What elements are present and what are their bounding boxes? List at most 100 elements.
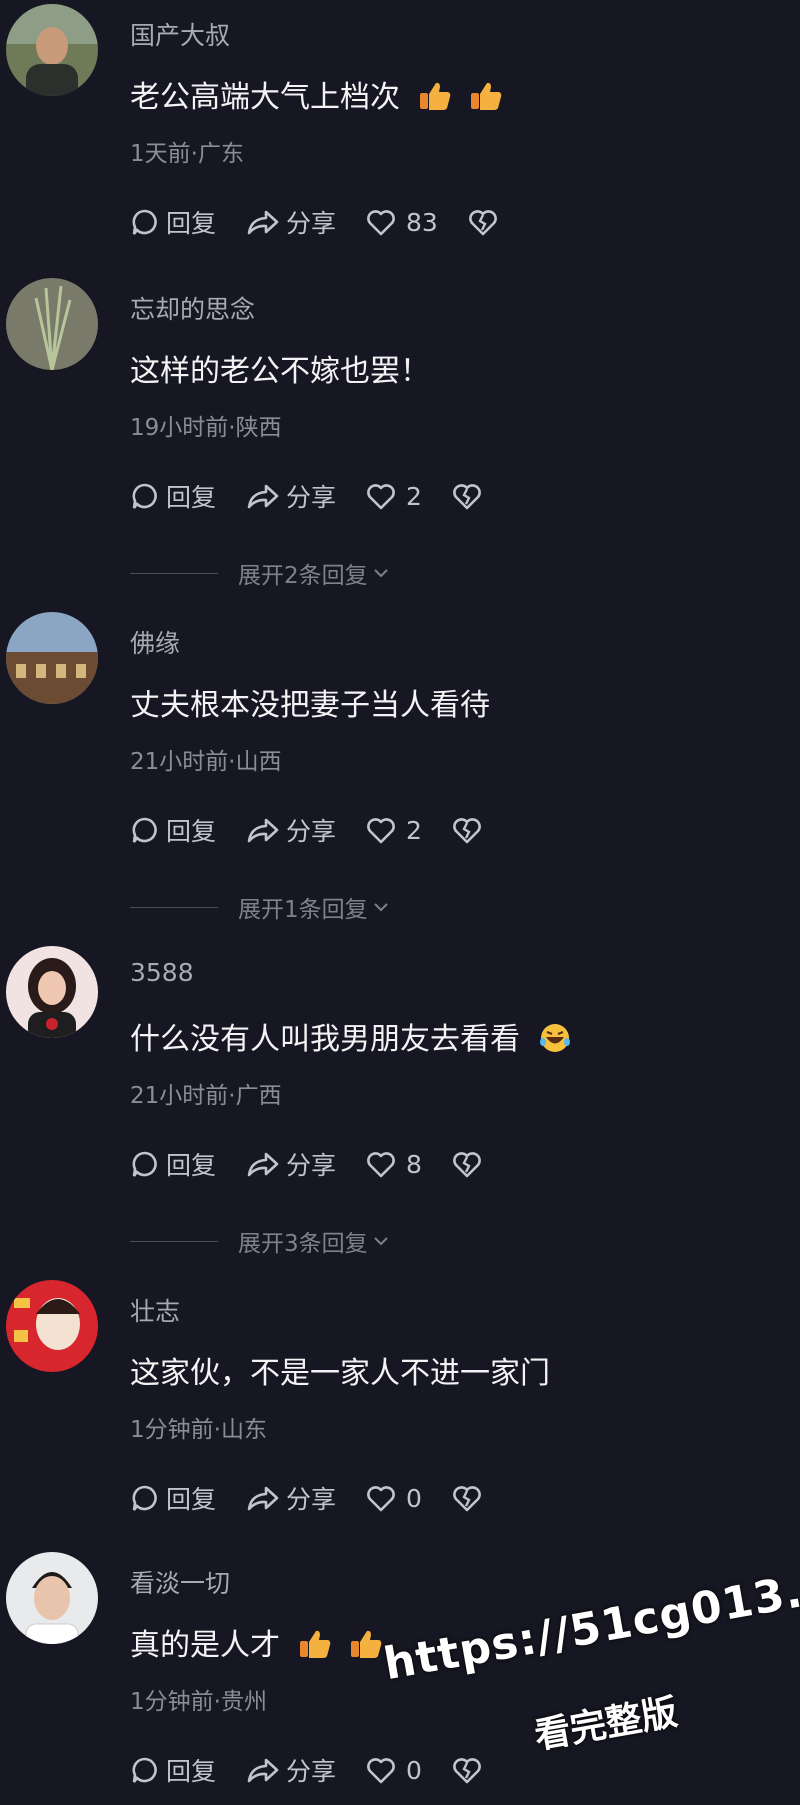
- share-label: 分享: [286, 209, 337, 238]
- share-label: 分享: [286, 817, 337, 846]
- like-count: 2: [406, 481, 422, 511]
- broken-heart-icon: [453, 484, 481, 510]
- comment-meta: 21小时前·山西: [130, 749, 282, 775]
- dislike-button[interactable]: [452, 1756, 488, 1784]
- avatar[interactable]: [6, 946, 98, 1038]
- share-label: 分享: [286, 483, 337, 512]
- share-icon: [247, 1758, 279, 1783]
- expand-replies-button[interactable]: 展开3条回复: [130, 1224, 390, 1258]
- comment-text-content: 什么没有人叫我男朋友去看看: [130, 1022, 520, 1057]
- broken-heart-icon: [468, 210, 497, 236]
- broken-heart-icon: [453, 1152, 481, 1178]
- heart-icon: [367, 210, 395, 236]
- expand-replies-button[interactable]: 展开1条回复: [130, 890, 390, 924]
- reply-button[interactable]: 回复: [130, 1146, 216, 1182]
- comment-actions: 回复 分享 2: [130, 478, 518, 514]
- like-count: 0: [406, 1755, 422, 1785]
- share-button[interactable]: 分享: [246, 478, 336, 514]
- reply-button[interactable]: 回复: [130, 204, 216, 240]
- thumbs-up-icon: [351, 1630, 382, 1658]
- reply-icon: [132, 817, 157, 843]
- share-button[interactable]: 分享: [246, 1480, 336, 1516]
- reply-icon: [132, 1485, 157, 1511]
- dislike-button[interactable]: [452, 816, 488, 844]
- heart-icon: [367, 818, 395, 844]
- avatar[interactable]: [6, 278, 98, 370]
- dislike-button[interactable]: [468, 208, 504, 236]
- comment-actions: 回复 分享 8: [130, 1146, 518, 1182]
- thumbs-up-icon: [419, 82, 450, 110]
- comment-meta: 1分钟前·山东: [130, 1417, 267, 1443]
- like-button[interactable]: 2: [366, 482, 422, 511]
- broken-heart-icon: [453, 818, 481, 844]
- comment-author[interactable]: 国产大叔: [130, 16, 230, 52]
- comment-meta: 1天前·广东: [130, 141, 244, 167]
- comment-text: 这样的老公不嫁也罢！: [130, 354, 430, 389]
- avatar[interactable]: [6, 1552, 98, 1644]
- comment-author[interactable]: 3588: [130, 958, 194, 987]
- comment-author[interactable]: 忘却的思念: [130, 290, 255, 326]
- avatar[interactable]: [6, 612, 98, 704]
- expand-replies-button[interactable]: 展开2条回复: [130, 556, 390, 590]
- divider-line: [130, 572, 218, 574]
- heart-icon: [367, 1152, 395, 1178]
- reply-label: 回复: [166, 817, 217, 846]
- reply-label: 回复: [166, 483, 217, 512]
- expand-replies-label: 展开1条回复: [238, 897, 368, 923]
- avatar[interactable]: [6, 1280, 98, 1372]
- comment-text: 这家伙，不是一家人不进一家门: [130, 1356, 550, 1391]
- reply-label: 回复: [166, 209, 217, 238]
- share-icon: [247, 210, 279, 235]
- reply-icon: [132, 483, 157, 509]
- comment-meta: 21小时前·广西: [130, 1083, 282, 1109]
- like-button[interactable]: 83: [366, 208, 438, 237]
- thumbs-up-icon: [471, 82, 502, 110]
- chevron-down-icon: [373, 569, 388, 578]
- comment-text-content: 老公高端大气上档次: [130, 80, 400, 115]
- heart-icon: [367, 484, 395, 510]
- share-icon: [247, 818, 279, 843]
- dislike-button[interactable]: [452, 482, 488, 510]
- comment-text: 什么没有人叫我男朋友去看看: [130, 1014, 572, 1058]
- comment-text-content: 真的是人才: [130, 1628, 280, 1663]
- dislike-button[interactable]: [452, 1484, 488, 1512]
- reply-button[interactable]: 回复: [130, 1480, 216, 1516]
- comment-actions: 回复 分享 83: [130, 204, 534, 240]
- chevron-down-icon: [373, 903, 388, 912]
- divider-line: [130, 1240, 218, 1242]
- broken-heart-icon: [453, 1486, 481, 1512]
- heart-icon: [367, 1758, 395, 1784]
- like-button[interactable]: 0: [366, 1756, 422, 1785]
- comment-author[interactable]: 佛缘: [130, 624, 180, 660]
- share-button[interactable]: 分享: [246, 1146, 336, 1182]
- comment-text: 丈夫根本没把妻子当人看待: [130, 688, 490, 723]
- expand-replies-label: 展开3条回复: [238, 1231, 368, 1257]
- avatar[interactable]: [6, 4, 98, 96]
- comment-author[interactable]: 壮志: [130, 1292, 180, 1328]
- comment-text: 真的是人才: [130, 1620, 383, 1664]
- share-icon: [247, 1486, 279, 1511]
- reply-label: 回复: [166, 1151, 217, 1180]
- comment-meta: 19小时前·陕西: [130, 415, 282, 441]
- share-button[interactable]: 分享: [246, 1752, 336, 1788]
- reply-button[interactable]: 回复: [130, 478, 216, 514]
- reply-button[interactable]: 回复: [130, 1752, 216, 1788]
- watermark-url: https://51cg013.com: [380, 1548, 800, 1691]
- like-button[interactable]: 0: [366, 1484, 422, 1513]
- share-button[interactable]: 分享: [246, 204, 336, 240]
- dislike-button[interactable]: [452, 1150, 488, 1178]
- reply-label: 回复: [166, 1485, 217, 1514]
- comment-actions: 回复 分享 0: [130, 1752, 518, 1788]
- reply-button[interactable]: 回复: [130, 812, 216, 848]
- expand-replies-label: 展开2条回复: [238, 563, 368, 589]
- share-label: 分享: [286, 1757, 337, 1786]
- divider-line: [130, 906, 218, 908]
- comment-author[interactable]: 看淡一切: [130, 1564, 230, 1600]
- share-icon: [247, 484, 279, 509]
- laughing-emoji-icon: [539, 1024, 570, 1052]
- like-button[interactable]: 2: [366, 816, 422, 845]
- thumbs-up-icon: [299, 1630, 330, 1658]
- chevron-down-icon: [373, 1237, 388, 1246]
- like-button[interactable]: 8: [366, 1150, 422, 1179]
- share-button[interactable]: 分享: [246, 812, 336, 848]
